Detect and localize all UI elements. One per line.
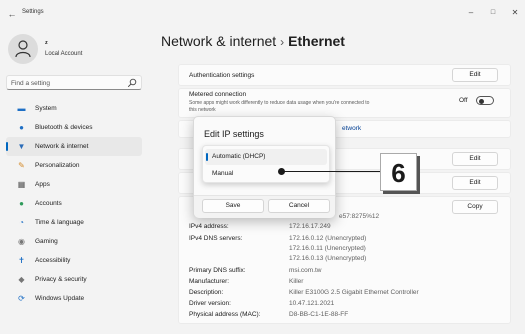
sidebar-item-apps[interactable]: ▦ Apps — [6, 175, 142, 194]
sidebar-item-gaming[interactable]: ◉ Gaming — [6, 232, 142, 251]
title-bar: ← Settings – □ ✕ — [0, 0, 525, 28]
sidebar-nav: ▬ System ● Bluetooth & devices ▼ Network… — [6, 99, 146, 308]
selected-indicator — [206, 153, 208, 161]
cancel-button[interactable]: Cancel — [268, 199, 330, 213]
metered-description: Some apps might work differently to redu… — [189, 100, 370, 106]
property-value: D8-BB-C1-1E-88-FF — [289, 311, 349, 318]
minimize-button[interactable]: – — [462, 6, 480, 20]
gamepad-icon: ◉ — [18, 237, 25, 246]
option-automatic-dhcp[interactable]: Automatic (DHCP) — [205, 149, 327, 165]
copy-button[interactable]: Copy — [452, 200, 498, 214]
ip-edit-button[interactable]: Edit — [452, 152, 498, 166]
monitor-icon: ▬ — [17, 104, 26, 113]
edit-ip-settings-dialog: Edit IP settings Automatic (DHCP) Manual… — [193, 116, 336, 218]
apps-icon: ▦ — [17, 180, 26, 189]
sidebar-item-network[interactable]: ▼ Network & internet — [6, 137, 142, 156]
person-icon: ● — [19, 199, 24, 208]
sidebar-item-accounts[interactable]: ● Accounts — [6, 194, 142, 213]
search-box[interactable] — [6, 75, 142, 90]
metered-toggle[interactable] — [476, 96, 494, 105]
breadcrumb-separator: › — [280, 35, 285, 49]
avatar — [8, 34, 38, 64]
sidebar-item-system[interactable]: ▬ System — [6, 99, 142, 118]
option-manual[interactable]: Manual — [205, 166, 327, 182]
wifi-icon: ▼ — [17, 142, 26, 151]
sidebar-item-label: System — [35, 105, 57, 112]
bluetooth-icon: ● — [19, 123, 24, 132]
sidebar-item-personalization[interactable]: ✎ Personalization — [6, 156, 142, 175]
sidebar-item-label: Network & internet — [35, 143, 89, 150]
callout-pointer-dot — [278, 168, 285, 175]
callout-pointer-line — [281, 171, 381, 172]
update-icon: ⟳ — [18, 294, 25, 303]
option-label: Manual — [212, 170, 234, 177]
sidebar-item-privacy[interactable]: ◆ Privacy & security — [6, 270, 142, 289]
globe-clock-icon: ◔ — [19, 218, 24, 227]
property-label: Driver version: — [189, 300, 231, 307]
property-label: Primary DNS suffix: — [189, 267, 246, 274]
property-value: msi.com.tw — [289, 267, 322, 274]
sidebar-item-label: Gaming — [35, 238, 58, 245]
account-type: Local Account — [45, 51, 83, 57]
brush-icon: ✎ — [18, 161, 25, 170]
property-value: Killer E3100G 2.5 Gigabit Ethernet Contr… — [289, 289, 419, 296]
settings-window: ← Settings – □ ✕ z Local Account ▬ Syste… — [0, 0, 525, 334]
option-label: Automatic (DHCP) — [212, 153, 266, 160]
breadcrumb-parent[interactable]: Network & internet — [161, 33, 276, 49]
sidebar-item-label: Windows Update — [35, 295, 85, 302]
close-button[interactable]: ✕ — [506, 6, 524, 20]
shield-icon: ◆ — [18, 275, 25, 284]
person-avatar-icon — [15, 40, 31, 58]
sidebar-item-label: Accessibility — [35, 257, 71, 264]
dns-edit-button[interactable]: Edit — [452, 176, 498, 190]
sidebar-item-windows-update[interactable]: ⟳ Windows Update — [6, 289, 142, 308]
metered-description-2: this network — [189, 107, 216, 113]
property-value: 10.47.121.2021 — [289, 300, 335, 307]
property-value: 172.16.0.11 (Unencrypted) — [289, 245, 366, 252]
sidebar-item-accessibility[interactable]: ✝ Accessibility — [6, 251, 142, 270]
property-label: IPv4 DNS servers: — [189, 235, 243, 242]
sidebar-item-bluetooth[interactable]: ● Bluetooth & devices — [6, 118, 142, 137]
metered-label: Metered connection — [189, 91, 247, 98]
maximize-button[interactable]: □ — [484, 6, 502, 20]
user-name: z — [45, 40, 48, 46]
search-icon[interactable] — [127, 78, 137, 88]
property-label: Physical address (MAC): — [189, 311, 261, 318]
property-label: IPv4 address: — [189, 223, 229, 230]
property-value: 172.16.0.13 (Unencrypted) — [289, 255, 367, 262]
page-title: Network & internet › Ethernet — [161, 33, 345, 49]
breadcrumb-current: Ethernet — [288, 33, 345, 49]
property-label: Manufacturer: — [189, 278, 230, 285]
auth-settings-label: Authentication settings — [189, 72, 255, 79]
step-number-callout: 6 — [380, 153, 417, 191]
dialog-title: Edit IP settings — [204, 129, 264, 139]
sidebar-item-label: Time & language — [35, 219, 84, 226]
back-arrow-icon[interactable]: ← — [6, 8, 18, 20]
search-input[interactable] — [11, 78, 123, 88]
app-title: Settings — [22, 9, 44, 15]
property-label: Description: — [189, 289, 224, 296]
active-indicator — [6, 142, 8, 151]
sidebar-item-label: Personalization — [35, 162, 80, 169]
dialog-footer: Save Cancel — [194, 195, 335, 218]
sidebar-item-label: Apps — [35, 181, 50, 188]
sidebar-item-label: Accounts — [35, 200, 62, 207]
property-value: Killer — [289, 278, 304, 285]
data-usage-link[interactable]: etwork — [342, 125, 361, 132]
user-profile[interactable]: z Local Account — [8, 34, 148, 68]
sidebar-item-time-language[interactable]: ◔ Time & language — [6, 213, 142, 232]
property-value: 172.16.17.249 — [289, 223, 331, 230]
property-value: 172.16.0.12 (Unencrypted) — [289, 235, 367, 242]
ipv6-value: e57:8275%12 — [339, 213, 380, 220]
toggle-knob — [479, 98, 484, 104]
sidebar-item-label: Privacy & security — [35, 276, 87, 283]
save-button[interactable]: Save — [202, 199, 264, 213]
metered-state: Off — [459, 97, 468, 104]
sidebar-item-label: Bluetooth & devices — [35, 124, 93, 131]
auth-edit-button[interactable]: Edit — [452, 68, 498, 82]
ip-mode-dropdown-list: Automatic (DHCP) Manual — [202, 145, 330, 183]
accessibility-icon: ✝ — [18, 256, 25, 265]
